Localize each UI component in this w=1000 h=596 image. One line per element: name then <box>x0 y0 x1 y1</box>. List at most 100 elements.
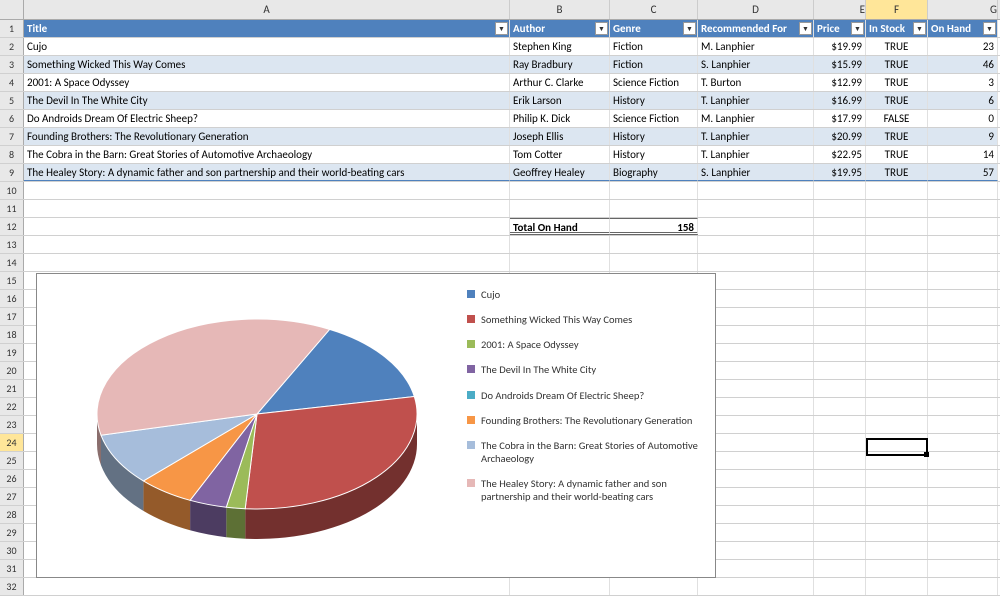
row-header[interactable]: 29 <box>0 524 24 541</box>
cell[interactable] <box>814 380 866 397</box>
cell[interactable] <box>866 326 928 343</box>
cell-instock[interactable]: FALSE <box>866 110 928 127</box>
cell-author[interactable]: Arthur C. Clarke <box>510 74 610 91</box>
cell[interactable] <box>928 308 998 325</box>
cell[interactable] <box>698 200 814 217</box>
col-header-E[interactable]: E <box>814 0 866 19</box>
cell-genre[interactable]: Science Fiction <box>610 110 698 127</box>
cell[interactable] <box>866 272 928 289</box>
cell[interactable] <box>814 524 866 541</box>
cell[interactable] <box>814 362 866 379</box>
row-header[interactable]: 25 <box>0 452 24 469</box>
cell-instock[interactable]: TRUE <box>866 164 928 181</box>
cell-recommended[interactable]: T. Burton <box>698 74 814 91</box>
cell-genre[interactable]: History <box>610 146 698 163</box>
cell-price[interactable]: $15.99 <box>814 56 866 73</box>
cell[interactable] <box>610 236 698 253</box>
cell[interactable] <box>866 182 928 199</box>
header-instock[interactable]: In Stock▼ <box>866 20 928 37</box>
row-header[interactable]: 23 <box>0 416 24 433</box>
select-all-corner[interactable] <box>0 0 24 19</box>
row-header[interactable]: 6 <box>0 110 24 127</box>
cell[interactable] <box>928 524 998 541</box>
row-header[interactable]: 9 <box>0 164 24 181</box>
cell[interactable] <box>928 236 998 253</box>
cell[interactable] <box>814 578 866 595</box>
header-title[interactable]: Title▼ <box>24 20 510 37</box>
cell[interactable] <box>866 470 928 487</box>
cell-genre[interactable]: Science Fiction <box>610 74 698 91</box>
row-header[interactable]: 27 <box>0 488 24 505</box>
cell[interactable] <box>814 254 866 271</box>
total-value-cell[interactable]: 158 <box>610 218 698 235</box>
cell-author[interactable]: Erik Larson <box>510 92 610 109</box>
cell-title[interactable]: The Devil In The White City <box>24 92 510 109</box>
cell-title[interactable]: Founding Brothers: The Revolutionary Gen… <box>24 128 510 145</box>
cell[interactable] <box>510 254 610 271</box>
cell-recommended[interactable]: M. Lanphier <box>698 38 814 55</box>
cell[interactable] <box>510 182 610 199</box>
row-header[interactable]: 2 <box>0 38 24 55</box>
cell-instock[interactable]: TRUE <box>866 92 928 109</box>
cell[interactable] <box>928 506 998 523</box>
cell[interactable] <box>814 326 866 343</box>
cell[interactable] <box>866 218 928 235</box>
cell[interactable] <box>814 290 866 307</box>
cell[interactable] <box>866 236 928 253</box>
header-genre[interactable]: Genre▼ <box>610 20 698 37</box>
cell[interactable] <box>814 200 866 217</box>
row-header[interactable]: 15 <box>0 272 24 289</box>
cell-onhand[interactable]: 23 <box>928 38 998 55</box>
cell[interactable] <box>928 344 998 361</box>
cell[interactable] <box>814 416 866 433</box>
cell[interactable] <box>24 578 510 595</box>
cell-title[interactable]: The Cobra in the Barn: Great Stories of … <box>24 146 510 163</box>
cell[interactable] <box>814 560 866 577</box>
row-header[interactable]: 21 <box>0 380 24 397</box>
cell[interactable] <box>928 542 998 559</box>
cell[interactable] <box>866 398 928 415</box>
row-header[interactable]: 11 <box>0 200 24 217</box>
cell-author[interactable]: Ray Bradbury <box>510 56 610 73</box>
cell[interactable] <box>866 542 928 559</box>
cell-genre[interactable]: History <box>610 128 698 145</box>
cell-onhand[interactable]: 14 <box>928 146 998 163</box>
filter-dropdown-icon[interactable]: ▼ <box>683 22 696 35</box>
cell[interactable] <box>866 560 928 577</box>
cell[interactable] <box>610 200 698 217</box>
cell[interactable] <box>928 416 998 433</box>
cell-onhand[interactable]: 9 <box>928 128 998 145</box>
cell-price[interactable]: $16.99 <box>814 92 866 109</box>
header-author[interactable]: Author▼ <box>510 20 610 37</box>
row-header[interactable]: 14 <box>0 254 24 271</box>
filter-dropdown-icon[interactable]: ▼ <box>595 22 608 35</box>
cell[interactable] <box>814 308 866 325</box>
cell-author[interactable]: Joseph Ellis <box>510 128 610 145</box>
cell[interactable] <box>698 236 814 253</box>
cell-instock[interactable]: TRUE <box>866 128 928 145</box>
cell-recommended[interactable]: S. Lanphier <box>698 56 814 73</box>
cell[interactable] <box>510 236 610 253</box>
cell-author[interactable]: Tom Cotter <box>510 146 610 163</box>
cell[interactable] <box>610 578 698 595</box>
cell[interactable] <box>866 308 928 325</box>
cell-author[interactable]: Philip K. Dick <box>510 110 610 127</box>
row-header[interactable]: 20 <box>0 362 24 379</box>
cell-onhand[interactable]: 0 <box>928 110 998 127</box>
cell[interactable] <box>866 578 928 595</box>
filter-dropdown-icon[interactable]: ▼ <box>983 22 996 35</box>
cell-price[interactable]: $17.99 <box>814 110 866 127</box>
row-header[interactable]: 17 <box>0 308 24 325</box>
cell[interactable] <box>866 362 928 379</box>
row-header[interactable]: 10 <box>0 182 24 199</box>
cell[interactable] <box>928 470 998 487</box>
cell-onhand[interactable]: 57 <box>928 164 998 181</box>
row-header[interactable]: 18 <box>0 326 24 343</box>
cell-instock[interactable]: TRUE <box>866 38 928 55</box>
row-header[interactable]: 24 <box>0 434 24 451</box>
cell[interactable] <box>698 182 814 199</box>
cell[interactable] <box>866 290 928 307</box>
cell[interactable] <box>928 218 998 235</box>
cell[interactable] <box>928 254 998 271</box>
cell-title[interactable]: The Healey Story: A dynamic father and s… <box>24 164 510 181</box>
